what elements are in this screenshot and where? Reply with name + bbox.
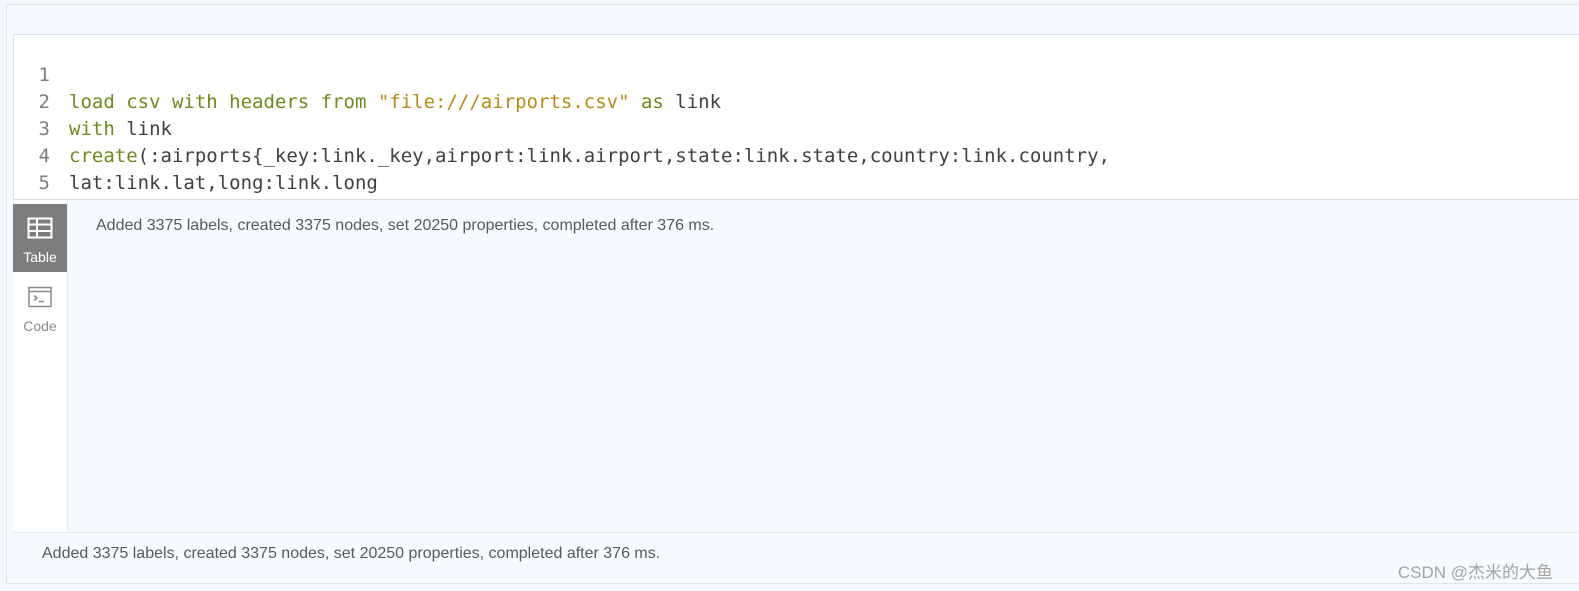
code-line: 3 create(:airports{_key:link._key,airpor… [14, 89, 1579, 167]
status-message: Added 3375 labels, created 3375 nodes, s… [42, 545, 661, 562]
table-icon [27, 217, 53, 239]
view-sidebar: Table Code [13, 200, 68, 532]
code-line: 2 with link [14, 62, 1579, 140]
code-line: 5 }) [14, 143, 1579, 221]
terminal-icon [27, 286, 53, 308]
status-bar: Added 3375 labels, created 3375 nodes, s… [13, 532, 1579, 580]
query-editor[interactable]: 1 load csv with headers from "file:///ai… [13, 34, 1579, 221]
result-panel: Added 3375 labels, created 3375 nodes, s… [68, 200, 1579, 532]
code-line: 1 load csv with headers from "file:///ai… [14, 35, 1579, 113]
result-message: Added 3375 labels, created 3375 nodes, s… [96, 217, 715, 234]
code-line: 6 [14, 170, 1579, 221]
code-line: 4 lat:link.lat,long:link.long [14, 116, 1579, 194]
code-view-label: Code [23, 318, 57, 334]
table-view-label: Table [23, 249, 57, 265]
table-view-button[interactable]: Table [13, 204, 67, 272]
watermark: CSDN @杰米的大鱼 [1397, 563, 1553, 582]
code-view-button[interactable]: Code [13, 278, 67, 346]
